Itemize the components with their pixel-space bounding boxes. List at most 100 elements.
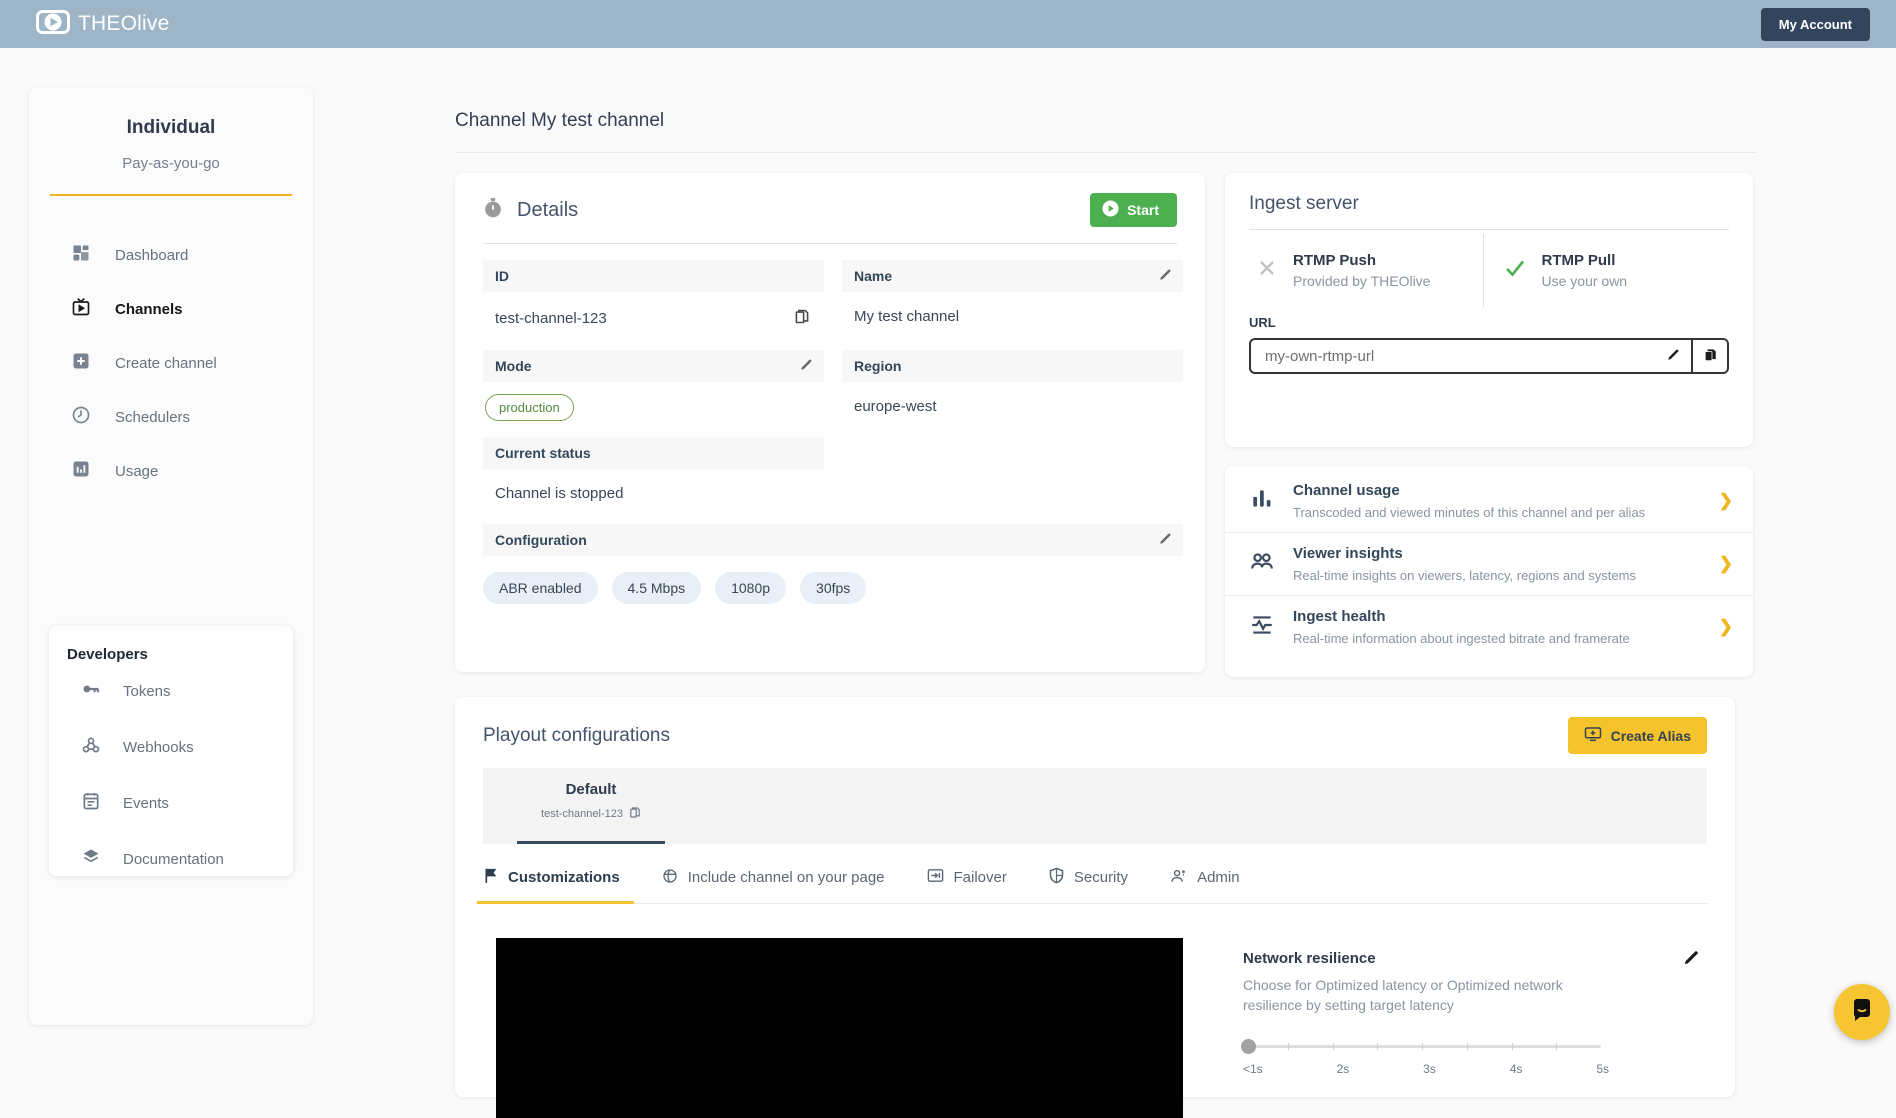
rtmp-pull-title: RTMP Pull	[1541, 252, 1616, 269]
slider-tick	[1556, 1043, 1558, 1050]
my-account-button[interactable]: My Account	[1760, 7, 1870, 41]
sidebar-item-label: Dashboard	[115, 246, 189, 264]
tab-label: Include channel on your page	[687, 869, 885, 886]
globe-icon	[662, 868, 678, 888]
page-title-section: Channel My test channel	[455, 110, 1756, 153]
config-chip: 1080p	[715, 572, 787, 604]
tab-failover[interactable]: Failover	[927, 852, 1007, 904]
sidebar-item-documentation[interactable]: Documentation	[67, 831, 293, 887]
network-resilience-description: Choose for Optimized latency or Optimize…	[1243, 977, 1563, 1013]
url-label: URL	[1249, 315, 1276, 330]
tab-security[interactable]: Security	[1049, 852, 1128, 904]
tab-admin[interactable]: Admin	[1170, 852, 1240, 904]
bar-chart-icon	[71, 459, 91, 483]
rtmp-pull-subtitle: Use your own	[1541, 273, 1628, 289]
sidebar-item-dashboard[interactable]: Dashboard	[29, 228, 313, 282]
stopwatch-icon	[483, 197, 503, 224]
field-id: ID test-channel-123	[483, 260, 824, 336]
edit-network-resilience-button[interactable]	[1682, 948, 1701, 970]
alias-tab-strip: Default test-channel-123	[483, 768, 1707, 844]
webhook-icon	[81, 735, 101, 759]
alias-tab-default[interactable]: Default test-channel-123	[517, 768, 665, 844]
sidebar-item-schedulers[interactable]: Schedulers	[29, 390, 313, 444]
chevron-right-icon: ❯	[1718, 491, 1733, 510]
developers-title: Developers	[67, 646, 148, 663]
edit-configuration-button[interactable]	[1158, 531, 1173, 549]
copy-id-button[interactable]	[794, 308, 810, 328]
edit-url-button[interactable]	[1655, 340, 1691, 372]
edit-mode-button[interactable]	[799, 357, 814, 375]
field-status-label: Current status	[495, 445, 591, 461]
copy-url-button[interactable]	[1691, 340, 1727, 372]
sidebar-item-label: Channels	[115, 300, 183, 318]
rtmp-pull-option[interactable]: RTMP Pull Use your own	[1482, 234, 1730, 307]
chat-launcher-button[interactable]	[1834, 984, 1890, 1040]
latency-slider[interactable]	[1241, 1039, 1601, 1054]
sidebar-item-label: Documentation	[123, 850, 224, 868]
brand-text: THEOlive	[78, 12, 170, 35]
flag-icon	[483, 867, 498, 888]
field-region: Region europe-west	[842, 350, 1183, 423]
sidebar-item-label: Schedulers	[115, 408, 191, 426]
chat-bubble-icon	[1848, 997, 1876, 1028]
network-resilience-panel: Network resilience Choose for Optimized …	[1241, 938, 1705, 1118]
slider-handle[interactable]	[1241, 1039, 1256, 1054]
sidebar-nav: Dashboard Channels Create channel Schedu…	[29, 228, 313, 498]
brand-logo[interactable]: THEOlive	[36, 9, 170, 39]
link-title: Viewer insights	[1293, 545, 1403, 562]
sidebar-item-label: Events	[123, 794, 169, 812]
slider-label: 3s	[1423, 1062, 1436, 1076]
check-icon	[1504, 258, 1526, 283]
ingest-health-link[interactable]: Ingest health Real-time information abou…	[1225, 595, 1753, 658]
page-title: Channel My test channel	[455, 110, 665, 131]
failover-icon	[927, 868, 944, 887]
pencil-icon	[1682, 948, 1701, 970]
ingest-divider	[1249, 229, 1729, 230]
slider-tick	[1422, 1043, 1423, 1050]
edit-name-button[interactable]	[1158, 267, 1173, 285]
config-chip: ABR enabled	[483, 572, 598, 604]
copy-alias-id-button[interactable]	[629, 806, 641, 822]
sidebar-item-label: Usage	[115, 462, 159, 480]
alias-name: Default	[565, 781, 617, 798]
tab-include-channel[interactable]: Include channel on your page	[662, 852, 885, 904]
tab-customizations[interactable]: Customizations	[477, 852, 634, 904]
calendar-icon	[81, 791, 101, 815]
sidebar-item-events[interactable]: Events	[67, 775, 293, 831]
video-preview[interactable]	[496, 938, 1183, 1118]
copy-icon	[629, 806, 641, 822]
url-input[interactable]	[1251, 340, 1655, 372]
slider-tick	[1511, 1043, 1513, 1050]
create-alias-button[interactable]: Create Alias	[1567, 717, 1707, 754]
developers-card: Developers Tokens Webhooks Events Docume…	[49, 626, 293, 876]
slider-labels: <1s 2s 3s 4s 5s	[1243, 1062, 1609, 1076]
sidebar-item-usage[interactable]: Usage	[29, 444, 313, 498]
field-region-value: europe-west	[854, 398, 937, 415]
sidebar-item-label: Create channel	[115, 354, 217, 372]
rtmp-push-option[interactable]: RTMP Push Provided by THEOlive	[1249, 234, 1483, 307]
top-header: THEOlive My Account	[0, 0, 1896, 48]
rtmp-push-subtitle: Provided by THEOlive	[1293, 273, 1431, 289]
alias-id: test-channel-123	[541, 808, 623, 820]
pencil-icon	[1158, 267, 1173, 285]
slider-label: 4s	[1509, 1062, 1523, 1076]
link-title: Channel usage	[1293, 482, 1400, 499]
channel-links-card: Channel usage Transcoded and viewed minu…	[1225, 466, 1753, 677]
link-title: Ingest health	[1293, 608, 1386, 625]
copy-icon	[794, 308, 810, 328]
start-channel-button[interactable]: Start	[1090, 193, 1177, 227]
viewer-insights-link[interactable]: Viewer insights Real-time insights on vi…	[1225, 532, 1753, 595]
people-icon	[1249, 549, 1275, 580]
plan-name: Individual	[126, 117, 216, 138]
channel-usage-link[interactable]: Channel usage Transcoded and viewed minu…	[1225, 470, 1753, 532]
sidebar-item-webhooks[interactable]: Webhooks	[67, 719, 293, 775]
mode-badge: production	[485, 394, 574, 421]
sidebar-item-create-channel[interactable]: Create channel	[29, 336, 313, 390]
pencil-icon	[799, 357, 814, 375]
sidebar-item-tokens[interactable]: Tokens	[67, 663, 293, 719]
sidebar-item-channels[interactable]: Channels	[29, 282, 313, 336]
network-resilience-title: Network resilience	[1243, 950, 1376, 967]
field-mode-label: Mode	[495, 358, 532, 374]
details-divider	[483, 243, 1177, 244]
field-configuration: Configuration ABR enabled 4.5 Mbps 1080p…	[483, 524, 1183, 604]
